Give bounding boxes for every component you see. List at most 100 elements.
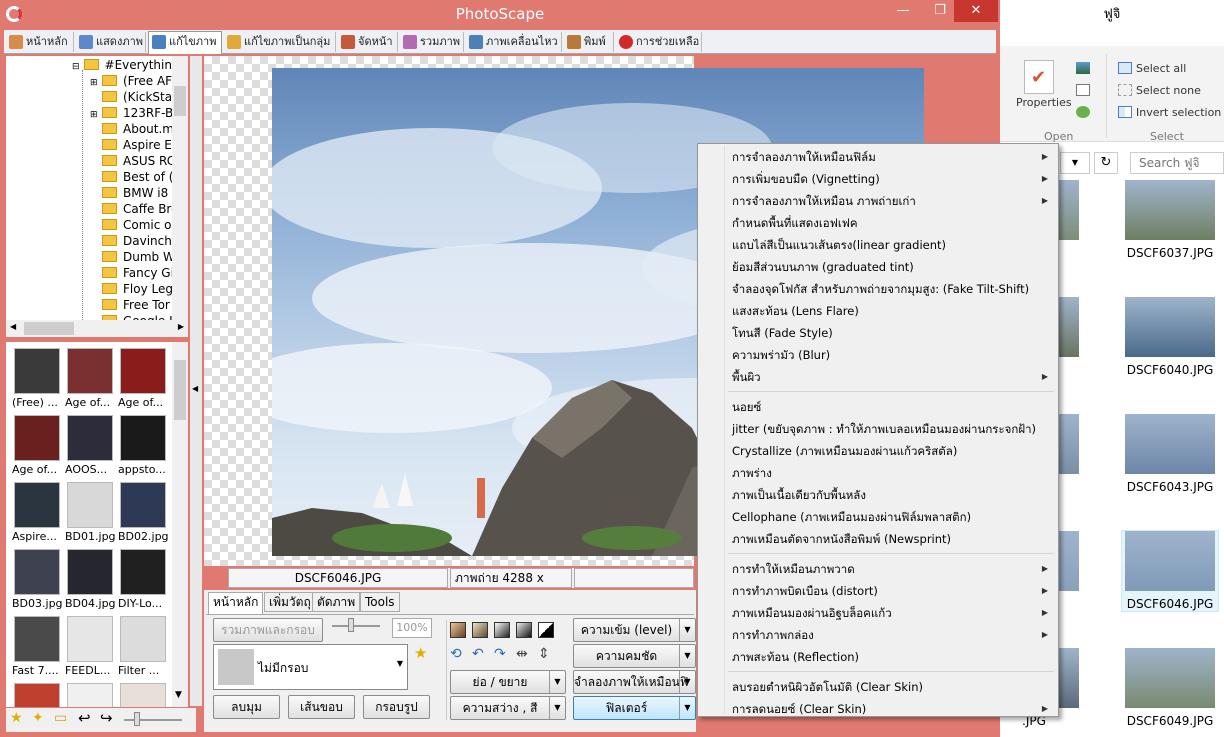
tree-folder[interactable]: ⊞ 123RF-B [90,105,173,121]
invert-selection-button[interactable]: Invert selection [1136,106,1221,119]
tree-scrollbar[interactable] [172,56,188,321]
tree-folder[interactable]: Best of ( [90,169,173,185]
refresh-icon[interactable]: ↻ [1094,152,1118,174]
file-tile[interactable]: DSCF6049.JPG [1122,648,1218,728]
thumbnail-item[interactable]: Age of... [12,415,62,476]
address-dropdown[interactable]: ▼ [1060,152,1090,174]
filter-menu-item[interactable]: การเพิ่มขอบมืด (Vignetting) [732,168,880,190]
tab-combine[interactable]: รวมภาพ [400,32,464,52]
back-icon[interactable]: ↩ [78,709,91,727]
close-button[interactable]: ✕ [954,0,998,22]
filter-menu-item[interactable]: โทนสี (Fade Style) [732,322,833,344]
sharpen-button[interactable]: ความคมชัด ▼ [573,644,696,668]
filter-menu-item[interactable]: นอยซ์ [732,396,761,418]
scroll-right-icon[interactable]: ▶ [178,322,184,331]
image-canvas[interactable] [204,56,924,566]
auto-contrast-icon[interactable] [494,622,510,638]
tree-folder[interactable]: BMW i8 [90,185,168,201]
flip-vertical-icon[interactable]: ⇕ [538,646,550,662]
rotate-icon[interactable]: ⟲ [450,646,462,662]
panel-splitter[interactable]: ◀ [190,56,202,706]
thumbnail-item[interactable]: Age of... [118,348,168,409]
thumbnail-item[interactable]: Aspire... [12,482,62,543]
thumbnail-item[interactable] [65,683,115,707]
chevron-down-icon[interactable]: ▼ [679,619,695,641]
favorite-frame-icon[interactable]: ★ [414,644,427,662]
tree-folder[interactable]: Floy Leg [90,281,173,297]
thumbnail-item[interactable]: BD04.jpg [65,549,115,610]
chevron-down-icon[interactable]: ▼ [679,671,695,693]
filter-menu-item[interactable]: การทำภาพกล่อง [732,624,814,646]
filter-menu-item[interactable]: ภาพเหมือนตัดจากหนังสือพิมพ์ (Newsprint) [732,528,951,550]
tab-editor[interactable]: แก้ไขภาพ [148,31,222,54]
chevron-down-icon[interactable]: ▼ [549,697,565,719]
minimize-button[interactable]: — [880,0,926,22]
tree-folder[interactable]: Davinchi [90,233,175,249]
frame-shape-button[interactable]: กรอบรูป [363,695,430,719]
thumbnail-item[interactable]: Filter ... [118,616,168,677]
thumbnail-item[interactable] [12,683,62,707]
search-input[interactable] [1130,152,1224,174]
forward-icon[interactable]: ↪ [100,709,113,727]
edit-icon[interactable] [1076,84,1090,96]
filter-menu-item[interactable]: พื้นผิว [732,366,761,388]
zoom-slider[interactable] [332,625,380,627]
tree-folder[interactable]: Fancy Gi [90,265,174,281]
maximize-button[interactable]: ❐ [926,0,954,22]
tree-folder[interactable]: About.m [90,121,174,137]
tree-folder[interactable]: Aspire E [90,137,172,153]
thumbnail-item[interactable]: AOOS... [65,415,115,476]
filter-button[interactable]: ฟิลเตอร์ ▼ [573,696,696,720]
thumbnail-list[interactable]: (Free) ... Age of... Age of... Age of... AOO… [6,342,188,707]
tree-root[interactable]: ⊟ #Everything [72,57,180,73]
tab-viewer[interactable]: แสดงภาพ [76,32,146,52]
slider-thumb[interactable] [134,712,140,726]
history-icon[interactable] [1076,106,1090,118]
filter-menu-item[interactable]: แถบไล่สีเป็นแนวเส้นตรง(linear gradient) [732,234,946,256]
auto-level-icon[interactable] [472,622,488,638]
favorite-star-icon[interactable]: ★ [10,710,23,726]
scroll-down-icon[interactable]: ▼ [175,690,182,700]
tab-editor-home[interactable]: หน้าหลัก [208,592,264,614]
select-all-button[interactable]: Select all [1136,62,1186,75]
filter-menu-item[interactable]: การทำให้เหมือนภาพวาด [732,558,855,580]
zoom-input[interactable]: 100% [392,618,432,638]
tab-tools[interactable]: Tools [360,592,400,612]
tree-folder[interactable]: ASUS RC [90,153,175,169]
filter-menu-item[interactable]: จำลองจุดโฟกัส สำหรับภาพถ่ายจากมุมสูง: (F… [732,278,1029,300]
filter-menu-item[interactable]: ภาพสะท้อน (Reflection) [732,646,859,668]
thumbnail-item[interactable] [118,683,168,707]
thumbnail-item[interactable]: BD03.jpg [12,549,62,610]
tab-page[interactable]: จัดหน้า [338,32,398,52]
thumbnail-item[interactable]: FEEDL... [65,616,115,677]
outline-button[interactable]: เส้นขอบ [288,695,355,719]
tree-folder[interactable]: Free Tor [90,297,170,313]
select-none-button[interactable]: Select none [1136,84,1201,97]
tab-home[interactable]: หน้าหลัก [6,32,74,52]
brightness-button[interactable]: ความสว่าง , สี ▼ [450,696,566,720]
round-corners-button[interactable]: ลบมุม [213,695,280,719]
rotate-left-icon[interactable]: ↶ [472,646,484,662]
add-favorite-icon[interactable]: ✦ [32,710,44,726]
tab-help[interactable]: การช่วยเหลือ [616,32,702,52]
file-tile[interactable]: DSCF6046.JPG [1121,530,1219,612]
filter-menu-item[interactable]: การลดนอยซ์ (Clear Skin) [732,698,866,720]
rotate-right-icon[interactable]: ↷ [494,646,506,662]
properties-button[interactable]: Properties [1016,96,1072,109]
tab-objects[interactable]: เพิ่มวัตถุ [264,592,316,612]
flip-horizontal-icon[interactable]: ⇹ [516,646,528,662]
grayscale-icon[interactable] [516,622,532,638]
filter-menu-item[interactable]: แสงสะท้อน (Lens Flare) [732,300,859,322]
thumbnail-item[interactable]: appsto... [118,415,168,476]
tree-folder[interactable]: Caffe Bro [90,201,178,217]
filter-menu-item[interactable]: jitter (ขยับจุดภาพ : ทำให้ภาพเบลอเหมือนม… [732,418,1036,440]
filter-menu-item[interactable]: ความพร่ามัว (Blur) [732,344,830,366]
filter-menu-item[interactable]: ภาพเหมือนมองผ่านอิฐบล็อคแก้ว [732,602,892,624]
film-effect-button[interactable]: จำลองภาพให้เหมือนฟิ ▼ [573,670,696,694]
negative-icon[interactable] [538,622,554,638]
file-tile[interactable]: DSCF6037.JPG [1122,180,1218,260]
filter-menu-item[interactable]: Cellophane (ภาพเหมือนมองผ่านฟิล์มพลาสติก… [732,506,971,528]
thumbnail-item[interactable]: Age of... [65,348,115,409]
level-button[interactable]: ความเข้ม (level) ▼ [573,618,696,642]
thumbnail-item[interactable]: Fast 7.... [12,616,62,677]
